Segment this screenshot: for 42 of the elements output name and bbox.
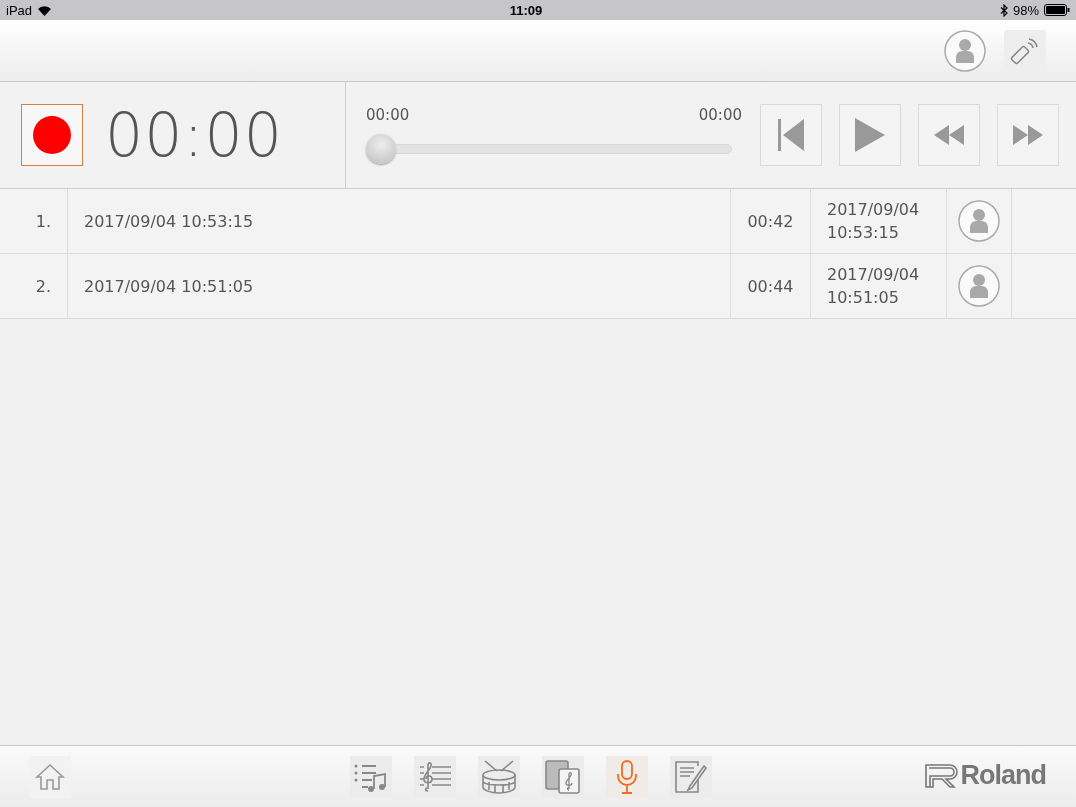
- record-button[interactable]: [21, 104, 83, 166]
- skip-to-start-button[interactable]: [760, 104, 822, 166]
- record-time: 00:00: [105, 100, 283, 170]
- battery-icon: [1044, 4, 1070, 16]
- tab-button[interactable]: [606, 755, 648, 798]
- microphone-icon: [616, 759, 638, 794]
- recording-title: 2017/09/04 10:51:05: [84, 276, 254, 296]
- fast-forward-icon: [1012, 124, 1044, 146]
- recording-duration: 00:42: [747, 211, 794, 231]
- row-number: 1.: [35, 211, 51, 231]
- brand-logo-text: Roland: [960, 760, 1046, 791]
- rewind-button[interactable]: [918, 104, 980, 166]
- play-button[interactable]: [839, 104, 901, 166]
- home-icon: [34, 763, 66, 791]
- position-time: 00:00: [366, 106, 410, 124]
- user-avatar-icon[interactable]: [958, 265, 1000, 307]
- recording-row[interactable]: 1. 2017/09/04 10:53:15 00:42 2017/09/04 10:53:15: [0, 189, 1076, 254]
- user-avatar-icon[interactable]: [944, 29, 986, 72]
- rewind-icon: [933, 124, 965, 146]
- treble-clef-staff-icon: [418, 760, 452, 793]
- note-pencil-icon: [674, 759, 708, 794]
- play-icon: [854, 117, 886, 153]
- wifi-icon: [37, 4, 53, 16]
- seek-slider-thumb[interactable]: [366, 134, 396, 164]
- flashcard-icon: [545, 759, 581, 794]
- row-number: 2.: [35, 276, 51, 296]
- clock-time: 11:09: [509, 2, 543, 18]
- fast-forward-button[interactable]: [997, 104, 1059, 166]
- recording-duration: 00:44: [747, 276, 794, 296]
- skip-start-icon: [776, 118, 806, 152]
- user-avatar-icon[interactable]: [958, 200, 1000, 242]
- recording-date: 2017/09/04 10:53:15: [827, 199, 920, 244]
- remote-signal-icon: [1010, 35, 1040, 66]
- device-name: iPad: [6, 2, 33, 18]
- bluetooth-icon: [999, 3, 1008, 17]
- recording-date: 2017/09/04 10:51:05: [827, 264, 920, 309]
- recording-row[interactable]: 2. 2017/09/04 10:51:05 00:44 2017/09/04 10:51:05: [0, 254, 1076, 319]
- battery-percent: 98%: [1012, 2, 1039, 18]
- brand-mark-icon: [924, 763, 959, 788]
- total-time: 00:00: [698, 106, 742, 124]
- drum-icon: [481, 759, 517, 794]
- recording-title: 2017/09/04 10:53:15: [84, 211, 254, 231]
